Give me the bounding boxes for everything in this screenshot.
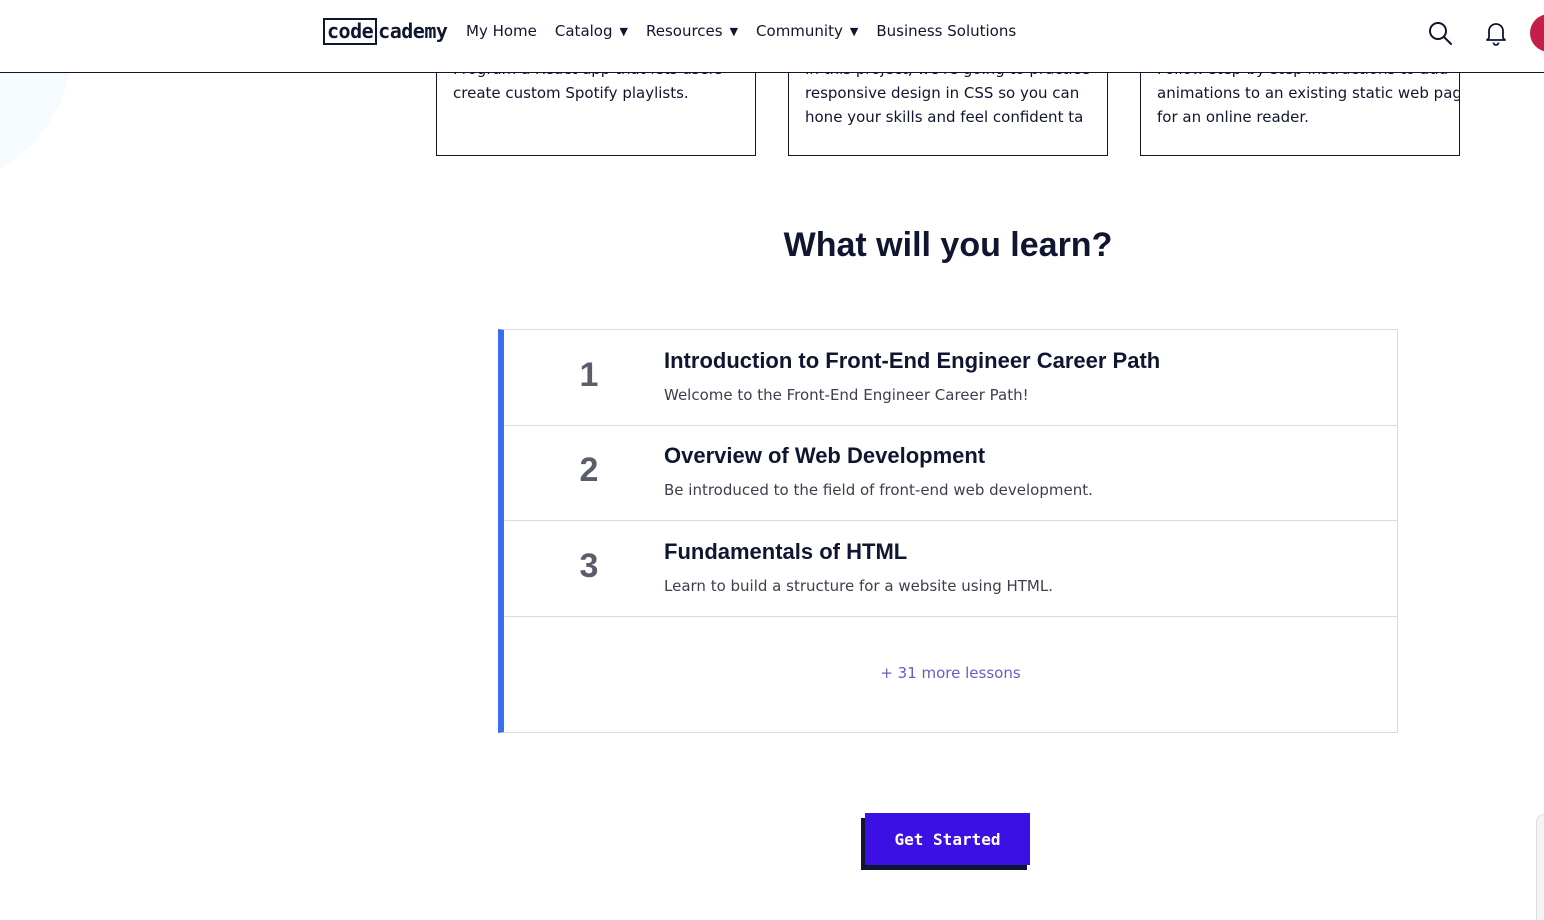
nav-label: Business Solutions [876,22,1017,40]
lesson-description: Be introduced to the field of front-end … [664,481,1093,499]
logo-rest: cademy [378,19,448,43]
lesson-number: 3 [579,547,599,585]
nav-my-home[interactable]: My Home [466,22,537,40]
nav-label: My Home [466,22,537,40]
caret-down-icon: ▼ [619,24,628,38]
avatar[interactable] [1530,14,1544,52]
lesson-row[interactable]: 2 Overview of Web Development Be introdu… [504,425,1397,521]
main-nav: My Home Catalog ▼ Resources ▼ Community ▼ B… [466,22,1034,40]
project-card-line: for an online reader. [1157,108,1309,126]
logo-box: code [323,17,378,45]
section-title: What will you learn? [783,226,1113,264]
lesson-number: 2 [579,451,599,489]
nav-community[interactable]: Community ▼ [756,22,858,40]
caret-down-icon: ▼ [849,24,859,38]
lesson-title: Fundamentals of HTML [664,539,908,564]
search-icon[interactable] [1427,20,1453,46]
lesson-description: Learn to build a structure for a website… [664,577,1053,595]
nav-label: Community [756,22,843,40]
nav-resources[interactable]: Resources ▼ [646,22,738,40]
lessons-list: 1 Introduction to Front-End Engineer Car… [498,329,1398,733]
nav-business-solutions[interactable]: Business Solutions [876,22,1016,40]
project-card-line: hone your skills and feel confident ta [805,108,1084,126]
codecademy-logo[interactable]: code cademy [323,17,448,45]
lesson-number: 1 [579,356,599,394]
lesson-description: Welcome to the Front-End Engineer Career… [664,386,1029,404]
get-started-button[interactable]: Get Started [865,813,1030,865]
site-header: code cademy My Home Catalog ▼ Resources ▼ C… [0,0,1544,73]
feedback-side-tab[interactable] [1536,814,1544,920]
nav-catalog[interactable]: Catalog ▼ [555,22,628,40]
project-card-line: responsive design in CSS so you can [805,84,1080,102]
lesson-row[interactable]: 1 Introduction to Front-End Engineer Car… [504,330,1397,426]
project-card-line: animations to an existing static web pag… [1157,84,1460,102]
lesson-title: Overview of Web Development [664,443,986,468]
nav-label: Resources [645,22,723,40]
nav-label: Catalog [554,22,613,40]
project-card-line: create custom Spotify playlists. [453,84,689,102]
lesson-row[interactable]: 3 Fundamentals of HTML Learn to build a … [504,521,1397,617]
caret-down-icon: ▼ [729,24,739,38]
lesson-title: Introduction to Front-End Engineer Caree… [664,348,1161,373]
bell-icon[interactable] [1483,20,1509,46]
more-lessons-link[interactable]: + 31 more lessons [504,664,1397,682]
